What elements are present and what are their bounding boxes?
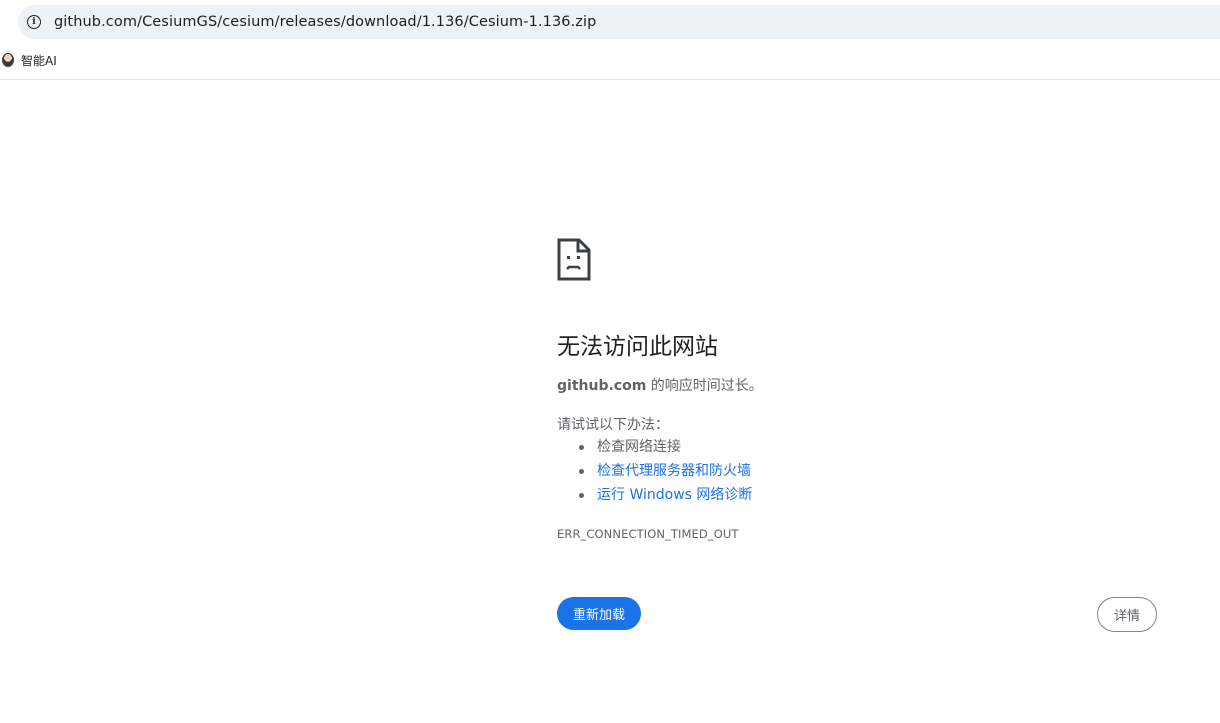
url-text[interactable]: github.com/CesiumGS/cesium/releases/down…: [54, 14, 596, 30]
suggestion-check-network: 检查网络连接: [557, 436, 752, 460]
sad-page-icon: [557, 238, 591, 281]
browser-toolbar: i github.com/CesiumGS/cesium/releases/do…: [0, 0, 1220, 80]
suggestions-list: 检查网络连接 检查代理服务器和防火墙 运行 Windows 网络诊断: [557, 436, 752, 508]
reload-button[interactable]: 重新加载: [557, 597, 641, 630]
error-code: ERR_CONNECTION_TIMED_OUT: [557, 527, 739, 541]
site-info-icon[interactable]: i: [27, 15, 41, 29]
bookmark-item[interactable]: 智能AI: [2, 51, 57, 69]
suggestion-windows-diagnostics[interactable]: 运行 Windows 网络诊断: [557, 484, 752, 508]
suggestion-text: 检查网络连接: [597, 439, 681, 455]
error-description: github.com 的响应时间过长。: [557, 375, 763, 395]
details-button[interactable]: 详情: [1097, 597, 1157, 632]
suggestions-heading: 请试试以下办法：: [557, 417, 669, 433]
suggestion-check-proxy[interactable]: 检查代理服务器和防火墙: [557, 460, 752, 484]
error-host: github.com: [557, 378, 647, 394]
error-title: 无法访问此网站: [557, 334, 718, 360]
windows-diagnostics-link[interactable]: 运行 Windows 网络诊断: [597, 487, 752, 503]
address-bar[interactable]: i github.com/CesiumGS/cesium/releases/do…: [18, 5, 1220, 39]
bookmark-label: 智能AI: [21, 53, 57, 68]
error-description-text: 的响应时间过长。: [646, 378, 763, 394]
avatar-icon: [2, 53, 14, 67]
check-proxy-link[interactable]: 检查代理服务器和防火墙: [597, 463, 751, 479]
